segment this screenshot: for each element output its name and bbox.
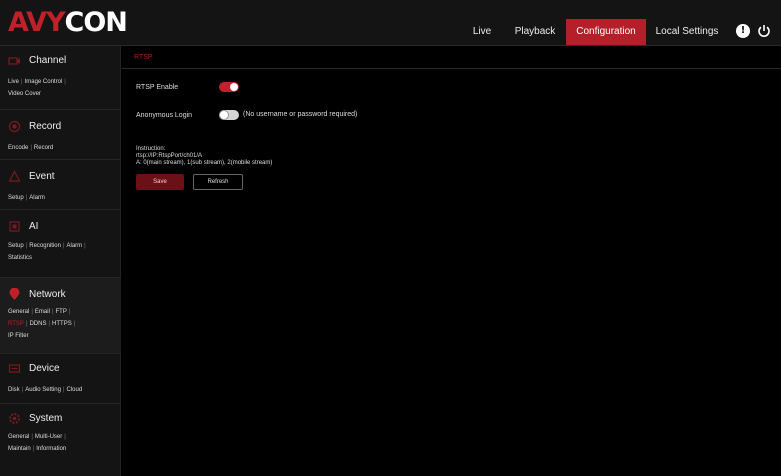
- sidebar-link-maintain[interactable]: Maintain: [8, 446, 31, 452]
- sidebar-section-record: Record Encode | Record: [0, 110, 121, 160]
- ai-icon: [8, 220, 21, 233]
- rtsp-enable-toggle[interactable]: [219, 82, 239, 92]
- instruction-stream-legend: A: 0(main stream), 1(sub stream), 2(mobi…: [136, 160, 273, 166]
- sidebar-section-channel: Channel Live | Image Control | Video Cover: [0, 46, 121, 110]
- sidebar-section-event: Event Setup | Alarm: [0, 160, 121, 210]
- power-icon[interactable]: [757, 24, 771, 38]
- sidebar-link-cloud[interactable]: Cloud: [67, 387, 83, 393]
- sidebar-link-setup[interactable]: Setup: [8, 195, 24, 201]
- sidebar-section-system: System General | Multi-User | Maintain | Info…: [0, 404, 121, 476]
- logo-part2: CON: [64, 6, 128, 38]
- sidebar-link-alarm[interactable]: Alarm: [67, 243, 83, 249]
- sidebar-link-record[interactable]: Record: [34, 145, 53, 151]
- sidebar-link-email[interactable]: Email: [35, 309, 50, 315]
- sidebar-title-label: System: [29, 412, 63, 424]
- sidebar-link-multi-user[interactable]: Multi-User: [35, 434, 62, 440]
- toggle-knob: [230, 83, 238, 91]
- anonymous-login-label: Anonymous Login: [136, 112, 193, 119]
- sidebar-link-encode[interactable]: Encode: [8, 145, 28, 151]
- sidebar-link-rtsp[interactable]: RTSP: [8, 321, 24, 327]
- sidebar-title-label: Device: [29, 362, 60, 374]
- sidebar-link-general[interactable]: General: [8, 309, 29, 315]
- instruction-url: rtsp://IP:RtspPort/ch01/A: [136, 153, 203, 159]
- sidebar-link-setup[interactable]: Setup: [8, 243, 24, 249]
- sidebar-link-information[interactable]: Information: [36, 446, 66, 452]
- instruction-title: Instruction:: [136, 146, 166, 152]
- avycon-logo: AVY CON: [8, 5, 128, 39]
- sidebar-link-audio-setting[interactable]: Audio Setting: [25, 387, 61, 393]
- sidebar-section-ai: AI Setup | Recognition | Alarm | Statistics: [0, 210, 121, 278]
- sidebar-link-image-control[interactable]: Image Control: [25, 79, 63, 85]
- anonymous-login-toggle[interactable]: [219, 110, 239, 120]
- sidebar-link-alarm[interactable]: Alarm: [29, 195, 45, 201]
- info-icon[interactable]: !: [736, 24, 750, 38]
- toggle-knob: [220, 111, 228, 119]
- top-header: AVY CON Live Playback Configuration Local…: [0, 0, 781, 46]
- sidebar-link-video-cover[interactable]: Video Cover: [8, 91, 41, 97]
- refresh-button[interactable]: Refresh: [193, 174, 243, 190]
- sidebar-link-live[interactable]: Live: [8, 79, 19, 85]
- sidebar-section-network: Network General | Email | FTP | RTSP | DDNS | HTT…: [0, 278, 121, 354]
- sidebar-title-ai[interactable]: AI: [8, 218, 38, 234]
- sidebar-title-label: Network: [29, 288, 66, 300]
- device-icon: [8, 362, 21, 375]
- nav-local-settings[interactable]: Local Settings: [650, 18, 724, 46]
- sidebar-link-recognition[interactable]: Recognition: [29, 243, 61, 249]
- breadcrumb: RTSP: [134, 54, 153, 61]
- sidebar-link-ftp[interactable]: FTP: [56, 309, 67, 315]
- breadcrumb-divider: [122, 68, 781, 69]
- sidebar-title-label: Record: [29, 120, 62, 132]
- sidebar-title-system[interactable]: System: [8, 410, 62, 426]
- sidebar-title-device[interactable]: Device: [8, 360, 60, 376]
- nav-live[interactable]: Live: [466, 18, 498, 46]
- event-icon: [8, 169, 21, 183]
- rtsp-enable-label: RTSP Enable: [136, 84, 179, 91]
- nav-playback[interactable]: Playback: [508, 18, 562, 46]
- sidebar-title-network[interactable]: Network: [8, 286, 66, 302]
- sidebar-link-general[interactable]: General: [8, 434, 29, 440]
- network-icon: [8, 287, 21, 301]
- sidebar: Channel Live | Image Control | Video Cover …: [0, 46, 121, 476]
- main-content: RTSP RTSP Enable Anonymous Login (No use…: [122, 46, 781, 476]
- sidebar-title-event[interactable]: Event: [8, 168, 55, 184]
- sidebar-title-channel[interactable]: Channel: [8, 52, 66, 68]
- anonymous-login-note: (No username or password required): [243, 111, 358, 118]
- sidebar-link-disk[interactable]: Disk: [8, 387, 20, 393]
- sidebar-title-label: Event: [29, 170, 55, 182]
- sidebar-section-device: Device Disk | Audio Setting | Cloud: [0, 354, 121, 404]
- sidebar-link-https[interactable]: HTTPS: [52, 321, 72, 327]
- save-button[interactable]: Save: [136, 174, 184, 190]
- system-icon: [8, 412, 21, 425]
- sidebar-link-ddns[interactable]: DDNS: [29, 321, 46, 327]
- sidebar-title-label: AI: [29, 220, 39, 232]
- sidebar-title-record[interactable]: Record: [8, 118, 61, 134]
- record-icon: [8, 120, 21, 133]
- camera-icon: [8, 54, 21, 67]
- nav-configuration[interactable]: Configuration: [566, 19, 646, 45]
- logo-part1: AVY: [8, 6, 66, 38]
- sidebar-link-statistics[interactable]: Statistics: [8, 255, 32, 261]
- sidebar-link-ip-filter[interactable]: IP Filter: [8, 333, 29, 339]
- sidebar-title-label: Channel: [29, 54, 67, 66]
